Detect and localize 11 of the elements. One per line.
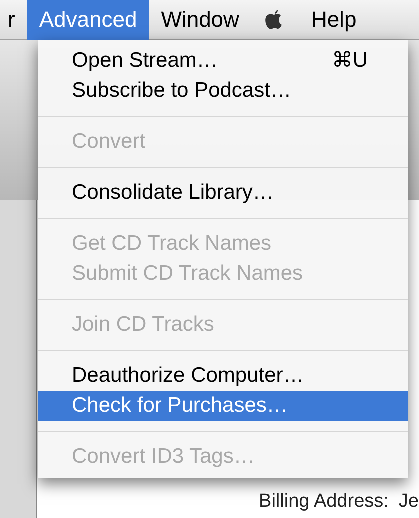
menu-bar-item[interactable]: Advanced bbox=[27, 0, 150, 40]
menu-item[interactable]: Deauthorize Computer… bbox=[38, 361, 408, 391]
menu-item[interactable]: Check for Purchases… bbox=[38, 391, 408, 421]
menu-item[interactable]: Consolidate Library… bbox=[38, 178, 408, 208]
billing-address-label: Billing Address: bbox=[259, 490, 389, 514]
menu-bar-item[interactable]: r bbox=[0, 0, 28, 40]
billing-address-value: Je bbox=[398, 490, 419, 514]
menu-item[interactable]: Open Stream… ⌘U bbox=[38, 46, 408, 76]
menu-bar-item[interactable]: Window bbox=[149, 0, 252, 40]
menu-bar-item[interactable]: Help bbox=[299, 0, 369, 40]
menu-item[interactable]: Subscribe to Podcast… bbox=[38, 76, 408, 106]
